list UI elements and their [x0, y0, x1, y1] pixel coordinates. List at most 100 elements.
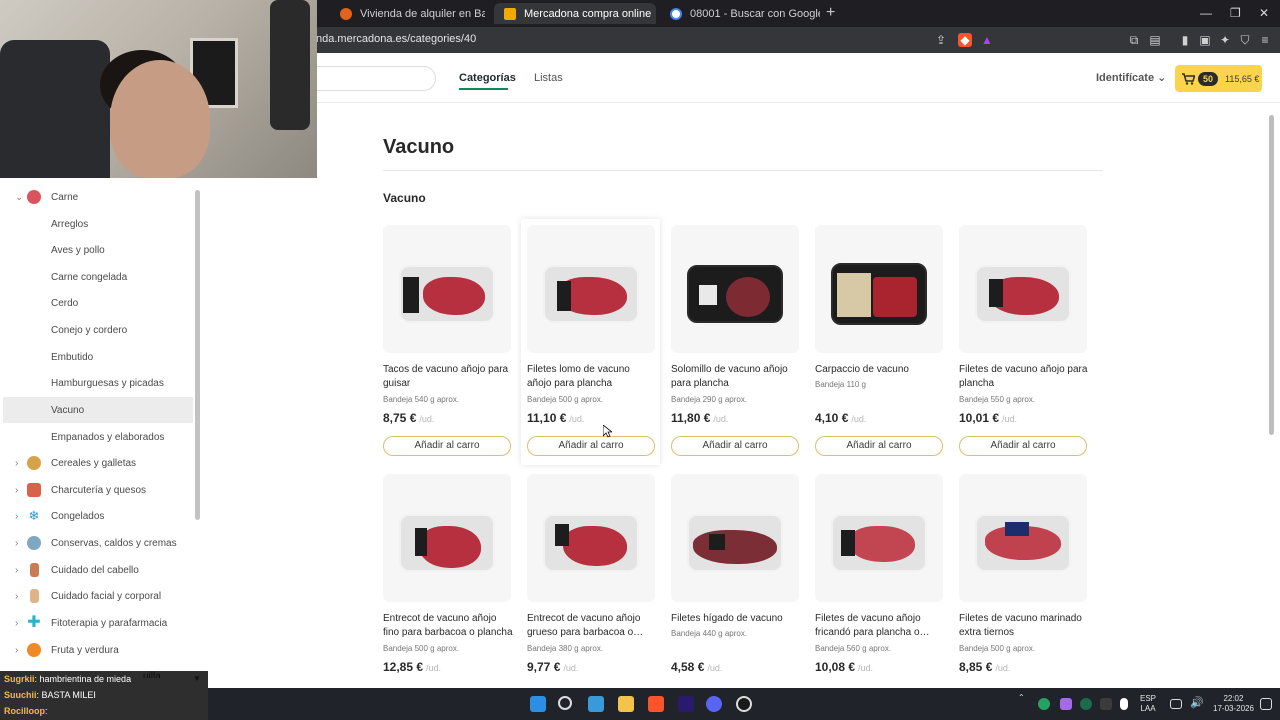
url-field[interactable]: nda.mercadona.es/categories/40: [316, 33, 476, 45]
sidebar-sub-embutido[interactable]: Embutido: [3, 344, 193, 370]
vpn-shield-icon[interactable]: ⛉: [1238, 33, 1252, 47]
tab-vivienda[interactable]: Vivienda de alquiler en Barcelonès ·: [330, 3, 485, 24]
rewards-icon[interactable]: ▲: [980, 33, 994, 47]
product-card[interactable]: Filetes lomo de vacuno añojo para planch…: [521, 219, 660, 465]
tab-google[interactable]: 08001 - Buscar con Google: [660, 3, 820, 24]
cart-icon: [1182, 72, 1195, 85]
product-image[interactable]: [671, 474, 799, 602]
maximize-icon[interactable]: ❐: [1230, 6, 1241, 20]
sidebar-sub-congelada[interactable]: Carne congelada: [3, 264, 193, 290]
extensions-icon[interactable]: ⧉: [1127, 33, 1141, 47]
leo-ai-icon[interactable]: ✦: [1218, 33, 1232, 47]
tray-app-icon[interactable]: [1080, 698, 1092, 710]
product-name[interactable]: Entrecot de vacuno añojo grueso para bar…: [527, 612, 657, 640]
product-image[interactable]: [527, 474, 655, 602]
sidebar-item-charcuteria[interactable]: › Charcutería y quesos: [3, 477, 193, 503]
share-icon[interactable]: ⇪: [934, 33, 948, 47]
product-card[interactable]: Entrecot de vacuno añojo fino para barba…: [383, 474, 517, 714]
product-card[interactable]: Tacos de vacuno añojo para guisar Bandej…: [383, 225, 517, 465]
product-card[interactable]: Filetes de vacuno marinado extra tiernos…: [959, 474, 1093, 714]
sidebar-sub-conejo[interactable]: Conejo y cordero: [3, 317, 193, 343]
tray-app-icon[interactable]: [1060, 698, 1072, 710]
search-icon[interactable]: [558, 696, 572, 710]
cart-button[interactable]: 50 115,65 €: [1175, 65, 1262, 92]
volume-icon[interactable]: 🔊: [1190, 696, 1206, 712]
product-image[interactable]: [815, 474, 943, 602]
product-card[interactable]: Filetes de vacuno añojo para plancha Ban…: [959, 225, 1093, 465]
product-card[interactable]: Filetes de vacuno añojo fricandó para pl…: [815, 474, 949, 714]
sidebar-sub-hamburguesas[interactable]: Hamburguesas y picadas: [3, 370, 193, 396]
tab-listas[interactable]: Listas: [534, 72, 563, 84]
add-to-cart-button[interactable]: Añadir al carro: [959, 436, 1087, 456]
product-image[interactable]: [815, 225, 943, 353]
tab-categorias[interactable]: Categorías: [459, 72, 516, 84]
product-name[interactable]: Filetes de vacuno marinado extra tiernos: [959, 612, 1089, 640]
photos-icon[interactable]: [588, 696, 604, 712]
sidebar-item-carne[interactable]: ⌄ Carne: [3, 184, 193, 210]
sidebar-toggle-icon[interactable]: ▮: [1178, 33, 1192, 47]
premiere-icon[interactable]: [678, 696, 694, 712]
product-image[interactable]: [671, 225, 799, 353]
search-input[interactable]: [300, 66, 436, 91]
product-image[interactable]: [383, 225, 511, 353]
sidebar-sub-aves[interactable]: Aves y pollo: [3, 237, 193, 263]
sidebar-scrollbar[interactable]: [195, 190, 200, 520]
tray-chevron-icon[interactable]: ⌃: [1018, 693, 1025, 703]
steam-icon[interactable]: [1100, 698, 1112, 710]
sidebar-sub-cerdo[interactable]: Cerdo: [3, 290, 193, 316]
product-name[interactable]: Filetes hígado de vacuno: [671, 612, 801, 626]
product-name[interactable]: Filetes de vacuno añojo para plancha: [959, 363, 1089, 391]
add-to-cart-button[interactable]: Añadir al carro: [527, 436, 655, 456]
product-image[interactable]: [527, 225, 655, 353]
product-image[interactable]: [383, 474, 511, 602]
close-window-icon[interactable]: ✕: [1259, 6, 1269, 20]
sidebar-item-facial[interactable]: › Cuidado facial y corporal: [3, 583, 193, 609]
product-name[interactable]: Filetes de vacuno añojo fricandó para pl…: [815, 612, 945, 640]
product-name[interactable]: Filetes lomo de vacuno añojo para planch…: [527, 363, 657, 391]
notifications-icon[interactable]: [1260, 698, 1272, 710]
sidebar-item-fitoterapia[interactable]: › ✚ Fitoterapia y parafarmacia: [3, 610, 193, 636]
network-icon[interactable]: [1170, 699, 1182, 709]
product-price: 8,75 €/ud.: [383, 411, 434, 425]
identify-menu[interactable]: Identifícate ⌄: [1096, 71, 1166, 84]
brave-shield-icon[interactable]: ◆: [958, 33, 972, 47]
product-card[interactable]: Solomillo de vacuno añojo para plancha B…: [671, 225, 805, 465]
add-to-cart-button[interactable]: Añadir al carro: [671, 436, 799, 456]
product-image[interactable]: [959, 474, 1087, 602]
new-tab-button[interactable]: +: [826, 4, 835, 22]
obs-icon[interactable]: [736, 696, 752, 712]
product-card[interactable]: Carpaccio de vacuno Bandeja 110 g 4,10 €…: [815, 225, 949, 465]
sidebar-item-congelados[interactable]: › ❄ Congelados: [3, 503, 193, 529]
minimize-icon[interactable]: —: [1200, 6, 1212, 20]
tab-mercadona[interactable]: Mercadona compra online ✕: [494, 3, 656, 24]
sidebar-sub-empanados[interactable]: Empanados y elaborados: [3, 424, 193, 450]
product-name[interactable]: Carpaccio de vacuno: [815, 363, 945, 377]
sidebar-item-fruta[interactable]: › Fruta y verdura: [3, 637, 193, 663]
wallet-icon[interactable]: ▣: [1198, 33, 1212, 47]
main-scrollbar[interactable]: [1269, 115, 1274, 435]
tab-search-icon[interactable]: ▤: [1148, 33, 1162, 47]
sidebar-item-cereales[interactable]: › Cereales y galletas: [3, 450, 193, 476]
sidebar-item-cabello[interactable]: › Cuidado del cabello: [3, 557, 193, 583]
microphone-icon[interactable]: [1120, 698, 1128, 710]
add-to-cart-button[interactable]: Añadir al carro: [383, 436, 511, 456]
file-explorer-icon[interactable]: [618, 696, 634, 712]
windows-start-icon[interactable]: [530, 696, 546, 712]
menu-icon[interactable]: ≡: [1258, 33, 1272, 47]
close-tab-icon[interactable]: ✕: [651, 7, 656, 21]
product-card[interactable]: Entrecot de vacuno añojo grueso para bar…: [527, 474, 661, 714]
product-name[interactable]: Solomillo de vacuno añojo para plancha: [671, 363, 801, 391]
product-name[interactable]: Tacos de vacuno añojo para guisar: [383, 363, 513, 391]
product-card[interactable]: Filetes hígado de vacuno Bandeja 440 g a…: [671, 474, 805, 714]
product-image[interactable]: [959, 225, 1087, 353]
brave-browser-icon[interactable]: [648, 696, 664, 712]
sidebar-sub-vacuno[interactable]: Vacuno: [3, 397, 193, 423]
language-indicator[interactable]: ESP LAA: [1140, 694, 1156, 714]
product-name[interactable]: Entrecot de vacuno añojo fino para barba…: [383, 612, 513, 640]
tray-app-icon[interactable]: [1038, 698, 1050, 710]
sidebar-item-conservas[interactable]: › Conservas, caldos y cremas: [3, 530, 193, 556]
add-to-cart-button[interactable]: Añadir al carro: [815, 436, 943, 456]
sidebar-sub-arreglos[interactable]: Arreglos: [3, 211, 193, 237]
discord-icon[interactable]: [706, 696, 722, 712]
system-clock[interactable]: 22:02 17-03-2026: [1213, 694, 1254, 714]
